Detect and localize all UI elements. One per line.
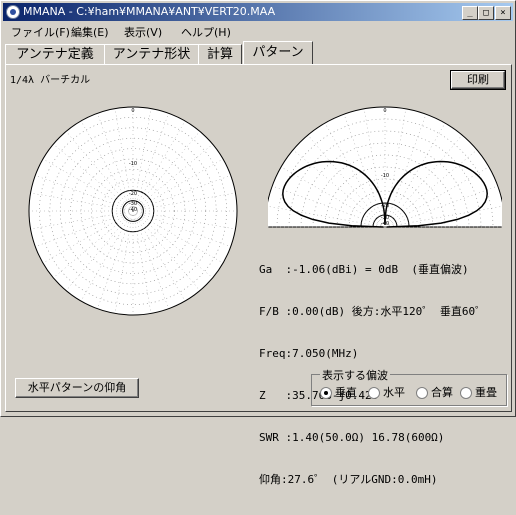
- radio-vertical[interactable]: 垂直: [320, 384, 357, 399]
- minimize-button[interactable]: _: [462, 6, 478, 20]
- tab-strip: アンテナ定義 アンテナ形状 計算 パターン: [5, 41, 513, 64]
- antenna-name: 1/4λ バーチカル: [10, 75, 91, 86]
- maximize-button[interactable]: □: [478, 6, 494, 20]
- vertical-pattern-plot: 0-10-20-30-40: [268, 106, 502, 228]
- horizontal-pattern-elevation-button[interactable]: 水平パターンの仰角: [15, 378, 139, 398]
- radio-overlay[interactable]: 重畳: [460, 384, 497, 399]
- app-icon[interactable]: [6, 5, 20, 19]
- radio-label: 重畳: [475, 386, 497, 399]
- tick-label: 0: [383, 108, 386, 114]
- tick-label: -10: [129, 161, 137, 167]
- print-button[interactable]: 印刷: [450, 70, 506, 90]
- tab-pattern[interactable]: パターン: [243, 41, 313, 64]
- tick-label: -40: [381, 221, 389, 227]
- menu-file[interactable]: ファイル(F): [11, 24, 70, 40]
- tab-antenna-definition[interactable]: アンテナ定義: [5, 44, 105, 64]
- radio-label: 水平: [383, 386, 405, 399]
- tab-calculate[interactable]: 計算: [198, 44, 242, 64]
- horizontal-pattern-plot: 0-10-20-30-40: [28, 106, 238, 316]
- menu-bar: ファイル(F) 編集(E) 表示(V) ヘルプ(H): [3, 22, 513, 40]
- polarization-group: 表示する偏波 垂直 水平 合算 重畳: [311, 367, 507, 406]
- frequency-readout: Freq:7.050(MHz): [259, 347, 359, 360]
- title-bar[interactable]: MMANA - C:¥ham¥MMANA¥ANT¥VERT20.MAA _ □ …: [3, 3, 513, 21]
- tick-label: -10: [381, 173, 389, 179]
- radio-indicator[interactable]: [368, 387, 380, 399]
- fb-readout: F/B :0.00(dB) 後方:水平120゜ 垂直60゜: [259, 305, 487, 318]
- tick-label: -20: [129, 191, 137, 197]
- pattern-panel: 1/4λ バーチカル 印刷 0 -10 -20 -30 -40 0 -10 -20 -30 -4…: [5, 64, 512, 486]
- radio-indicator[interactable]: [320, 387, 332, 399]
- gain-readout: Ga :-1.06(dBi) = 0dB (垂直偏波): [259, 263, 469, 276]
- close-button[interactable]: ×: [495, 6, 511, 20]
- app-window: MMANA - C:¥ham¥MMANA¥ANT¥VERT20.MAA _ □ …: [0, 0, 516, 486]
- radio-indicator[interactable]: [460, 387, 472, 399]
- menu-edit[interactable]: 編集(E): [71, 24, 109, 40]
- elevation-readout: 仰角:27.6゜ (リアルGND:0.0mH): [259, 473, 438, 486]
- swr-readout: SWR :1.40(50.0Ω) 16.78(600Ω): [259, 431, 445, 444]
- menu-help[interactable]: ヘルプ(H): [181, 24, 231, 40]
- radio-label: 合算: [431, 386, 453, 399]
- polarization-group-label: 表示する偏波: [320, 367, 390, 383]
- tick-label: -20: [381, 203, 389, 209]
- tick-label: 0: [131, 108, 134, 114]
- tick-label: -40: [129, 207, 137, 213]
- window-title: MMANA - C:¥ham¥MMANA¥ANT¥VERT20.MAA: [23, 5, 276, 18]
- radio-label: 垂直: [335, 386, 357, 399]
- radio-total[interactable]: 合算: [416, 384, 453, 399]
- radio-indicator[interactable]: [416, 387, 428, 399]
- radio-horizontal[interactable]: 水平: [368, 384, 405, 399]
- tab-antenna-shape[interactable]: アンテナ形状: [104, 44, 199, 64]
- menu-view[interactable]: 表示(V): [124, 24, 162, 40]
